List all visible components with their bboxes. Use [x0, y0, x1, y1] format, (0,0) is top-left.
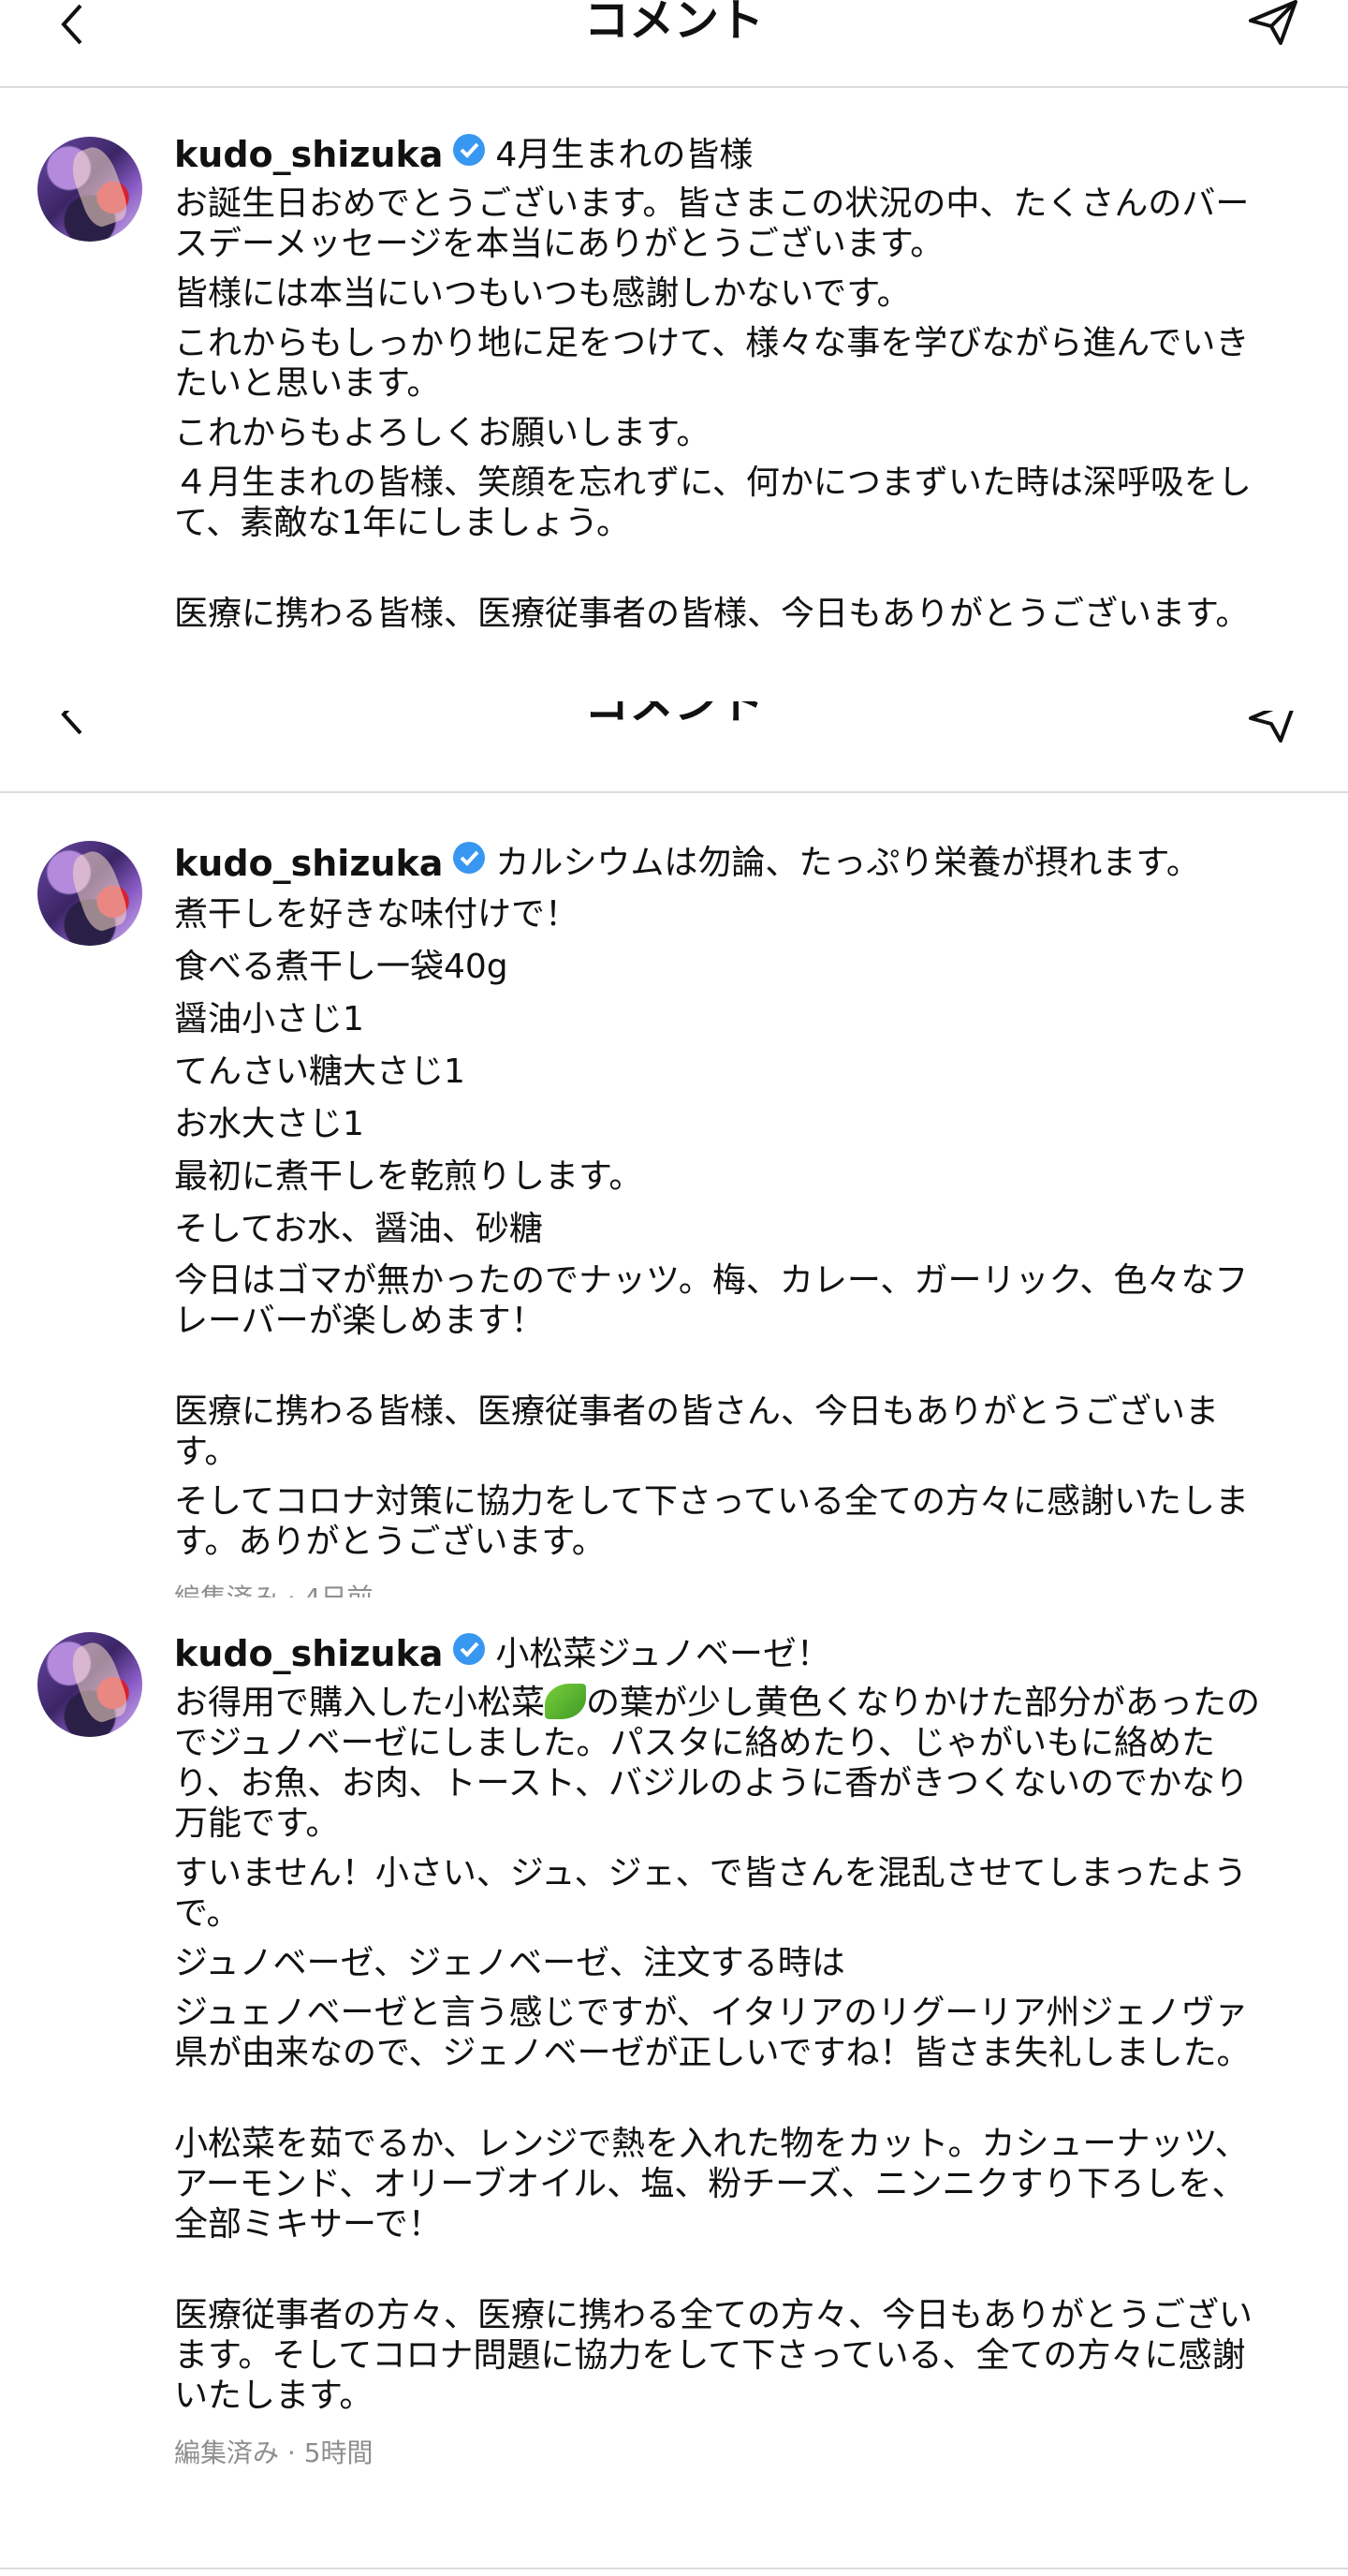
comment-text: お得用で購入した小松菜 [174, 1684, 546, 1722]
comment-post: kudo_shizuka カルシウムは勿論、たっぷり栄養が摂れます。 煮干しを好… [0, 841, 1348, 1597]
comment-paragraph: すいません！小さい、ジュ、ジェ、で皆さんを混乱させてしまったようで。 [174, 1854, 1248, 1933]
verified-badge-icon [452, 1632, 486, 1675]
comment-paragraph: 皆様には本当にいつもいつも感謝しかないです。 [174, 274, 911, 313]
comment-paragraph: 最初に煮干しを乾煎りします。 [174, 1157, 643, 1196]
username[interactable]: kudo_shizuka [174, 134, 443, 175]
send-button[interactable] [1247, 0, 1299, 45]
comment-paragraph: ジュノベーゼ、ジェノベーゼ、注文する時は [174, 1944, 845, 1982]
comment-meta: 編集済み · 5時間 [174, 2437, 374, 2468]
comment-lead-text: 小松菜ジュノベーゼ！ [495, 1634, 830, 1673]
comment-paragraph: これからもよろしくお願いします。 [174, 414, 711, 452]
comment-lead: kudo_shizuka 小松菜ジュノベーゼ！ [174, 1632, 1279, 1675]
comment-lead-text: 4月生まれの皆様 [495, 135, 754, 174]
comment-paragraph: 小松菜を茹でるか、レンジで熱を入れた物をカット。カシューナッツ、アーモンド、オリ… [174, 2125, 1249, 2244]
leafy-greens-emoji [545, 1684, 587, 1719]
paper-plane-icon [1249, 711, 1294, 743]
comment-paragraph: てんさい糖大さじ1 [174, 1052, 465, 1091]
comment-paragraph: 医療従事者の方々、医療に携わる全ての方々、今日もありがとうございます。そしてコロ… [174, 2296, 1253, 2415]
top-header: コメント [0, 0, 1348, 88]
username[interactable]: kudo_shizuka [174, 842, 443, 885]
comment-paragraph: 食べる煮干し一袋40g [174, 948, 508, 986]
comment-lead: kudo_shizuka 4月生まれの皆様 [174, 133, 1279, 176]
comment-paragraph: 医療に携わる皆様、医療従事者の皆さん、今日もありがとうございます。 [174, 1392, 1220, 1471]
avatar[interactable] [37, 137, 142, 242]
comment-paragraph: 煮干しを好きな味付けで！ [174, 895, 579, 934]
top-header-repeat: コメント [0, 698, 1348, 793]
bottom-divider [0, 2568, 1348, 2569]
comment-post: kudo_shizuka 4月生まれの皆様 お誕生日おめでとうございます。皆さま… [0, 133, 1348, 695]
comment-post: kudo_shizuka 小松菜ジュノベーゼ！ お得用で購入した小松菜 の葉が少し… [0, 1632, 1348, 2531]
verified-badge-icon [452, 133, 486, 176]
comment-paragraph: 醤油小さじ1 [174, 1000, 364, 1038]
comment-paragraph: これからもしっかり地に足をつけて、様々な事を学びながら進んでいきたいと思います。 [174, 324, 1250, 403]
comment-paragraph: そしてコロナ対策に協力をして下さっている全ての方々に感謝いたします。ありがとうご… [174, 1482, 1250, 1561]
comment-paragraph: お得用で購入した小松菜 の葉が少し黄色くなりかけた部分があったのでジュノベーゼにし… [174, 1683, 1279, 1844]
comment-content: kudo_shizuka 小松菜ジュノベーゼ！ お得用で購入した小松菜 の葉が少し… [174, 1632, 1279, 2473]
avatar[interactable] [37, 841, 142, 946]
comment-paragraph: 医療に携わる皆様、医療従事者の皆様、今日もありがとうございます。 [174, 595, 1250, 633]
paper-plane-icon [1249, 0, 1297, 45]
send-button[interactable] [1247, 711, 1299, 743]
comment-content: kudo_shizuka カルシウムは勿論、たっぷり栄養が摂れます。 煮干しを好… [174, 841, 1279, 1597]
comment-paragraph: お誕生日おめでとうございます。皆さまこの状況の中、たくさんのバースデーメッセージ… [174, 184, 1250, 263]
comment-content: kudo_shizuka 4月生まれの皆様 お誕生日おめでとうございます。皆さま… [174, 133, 1279, 643]
comment-paragraph: ジュェノベーゼと言う感じですが、イタリアのリグーリア州ジェノヴァ県が由来なので、… [174, 1994, 1251, 2072]
comment-paragraph: ４月生まれの皆様、笑顔を忘れずに、何かにつまずいた時は深呼吸をして、素敵な1年に… [174, 464, 1252, 542]
avatar[interactable] [37, 1632, 142, 1737]
comment-paragraph: そしてお水、醤油、砂糖 [174, 1210, 543, 1248]
page-title: コメント [583, 0, 764, 47]
comment-meta: 編集済み · 4日前 [174, 1577, 1279, 1597]
comment-paragraph: お水大さじ1 [174, 1105, 364, 1143]
comment-paragraph: 今日はゴマが無かったのでナッツ。梅、カレー、ガーリック、色々なフレーバーが楽しめ… [174, 1261, 1249, 1340]
username[interactable]: kudo_shizuka [174, 1633, 443, 1674]
comment-lead: kudo_shizuka カルシウムは勿論、たっぷり栄養が摂れます。 [174, 841, 1279, 886]
comment-lead-text: カルシウムは勿論、たっぷり栄養が摂れます。 [495, 844, 1200, 882]
verified-badge-icon [452, 841, 486, 886]
